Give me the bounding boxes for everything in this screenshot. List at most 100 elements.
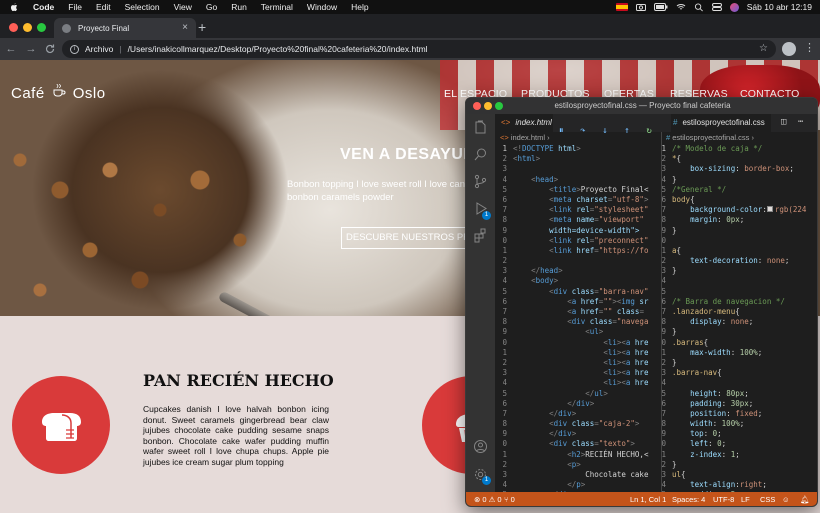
- code-line[interactable]: <head>: [513, 175, 648, 185]
- menu-file[interactable]: File: [68, 0, 82, 14]
- apple-icon[interactable]: [9, 2, 19, 12]
- site-logo[interactable]: Café Oslo: [11, 82, 106, 102]
- code-line[interactable]: <ul>: [513, 327, 648, 337]
- zoom-window-button[interactable]: [37, 23, 46, 32]
- code-line[interactable]: <a href="" class=: [513, 307, 648, 317]
- code-line[interactable]: width=device-width">: [513, 226, 648, 236]
- bookmark-star-icon[interactable]: ☆: [759, 43, 768, 54]
- code-line[interactable]: </p>: [513, 480, 648, 490]
- indentation-indicator[interactable]: Spaces: 4: [672, 492, 705, 506]
- code-line[interactable]: </div>: [513, 429, 648, 439]
- search-icon[interactable]: [473, 147, 488, 162]
- vscode-zoom-button[interactable]: [495, 102, 503, 110]
- code-line[interactable]: [672, 236, 806, 246]
- code-line[interactable]: height: 80px;: [672, 389, 806, 399]
- wifi-icon[interactable]: [676, 3, 686, 11]
- menu-edit[interactable]: Edit: [96, 0, 111, 14]
- code-line[interactable]: left: 0;: [672, 439, 806, 449]
- code-line[interactable]: </ul>: [513, 389, 648, 399]
- code-line[interactable]: text-decoration: none;: [672, 256, 806, 266]
- css-editor-pane[interactable]: 1234567891011121314151617181920212223242…: [662, 144, 817, 492]
- code-line[interactable]: /*General */: [672, 185, 806, 195]
- code-line[interactable]: <meta charset="utf-8">: [513, 195, 648, 205]
- code-line[interactable]: <div class="texto">: [513, 439, 648, 449]
- notifications-icon[interactable]: 🔔︎: [800, 492, 810, 506]
- close-tab-icon[interactable]: ×: [182, 22, 188, 33]
- code-line[interactable]: [672, 287, 806, 297]
- code-line[interactable]: [513, 164, 648, 174]
- back-button[interactable]: ←: [2, 43, 20, 55]
- menu-window[interactable]: Window: [307, 0, 337, 14]
- code-line[interactable]: <h2>RECIÉN HECHO,<: [513, 450, 648, 460]
- code-line[interactable]: <title>Proyecto Final<: [513, 185, 648, 195]
- menu-go[interactable]: Go: [206, 0, 217, 14]
- tab-estilos-css[interactable]: # estilosproyectofinal.css: [671, 114, 771, 132]
- menubar-clock[interactable]: Sáb 10 abr 12:19: [747, 2, 812, 12]
- explorer-icon[interactable]: [473, 120, 488, 135]
- code-line[interactable]: <!DOCTYPE html>: [513, 144, 648, 154]
- code-line[interactable]: .lanzador-menu{: [672, 307, 806, 317]
- code-line[interactable]: <link rel="stylesheet": [513, 205, 648, 215]
- code-line[interactable]: [672, 276, 806, 286]
- code-line[interactable]: <li><a hre: [513, 358, 648, 368]
- spotlight-search-icon[interactable]: [694, 2, 704, 12]
- code-line[interactable]: <div class="caja-2">: [513, 419, 648, 429]
- code-line[interactable]: </div>: [513, 399, 648, 409]
- code-line[interactable]: }: [672, 460, 806, 470]
- menu-run[interactable]: Run: [231, 0, 247, 14]
- code-line[interactable]: /* Modelo de caja */: [672, 144, 806, 154]
- split-editor-icon[interactable]: ◫: [781, 117, 786, 127]
- code-line[interactable]: margin: 0px;: [672, 215, 806, 225]
- code-line[interactable]: </head>: [513, 266, 648, 276]
- menu-view[interactable]: View: [174, 0, 192, 14]
- code-line[interactable]: }: [672, 175, 806, 185]
- code-line[interactable]: <a href=""><img sr: [513, 297, 648, 307]
- siri-icon[interactable]: [729, 2, 739, 12]
- source-control-icon[interactable]: [473, 174, 488, 189]
- css-code[interactable]: /* Modelo de caja */*{ box-sizing: borde…: [672, 144, 806, 492]
- language-mode[interactable]: CSS: [760, 492, 775, 506]
- new-tab-button[interactable]: +: [198, 19, 206, 35]
- code-line[interactable]: body{: [672, 195, 806, 205]
- breadcrumb-html-label[interactable]: index.html: [511, 133, 545, 142]
- code-line[interactable]: <div class="barra-nav": [513, 287, 648, 297]
- code-line[interactable]: <li><a hre: [513, 348, 648, 358]
- minimize-window-button[interactable]: [23, 23, 32, 32]
- code-line[interactable]: *{: [672, 154, 806, 164]
- menu-selection[interactable]: Selection: [125, 0, 160, 14]
- menu-app-name[interactable]: Code: [33, 0, 54, 14]
- code-line[interactable]: width: 100%;: [672, 419, 806, 429]
- code-line[interactable]: <div class="navega: [513, 317, 648, 327]
- html-editor-pane[interactable]: 1234567891011121314151617181920212223242…: [503, 144, 653, 492]
- input-source-flag-icon[interactable]: [615, 3, 628, 11]
- address-url[interactable]: /Users/inakicollmarquez/Desktop/Proyecto…: [128, 44, 428, 54]
- menu-help[interactable]: Help: [351, 0, 368, 14]
- code-line[interactable]: display: none;: [672, 317, 806, 327]
- code-line[interactable]: <li><a hre: [513, 368, 648, 378]
- code-line[interactable]: position: fixed;: [672, 409, 806, 419]
- code-line[interactable]: .barra-nav{: [672, 368, 806, 378]
- close-window-button[interactable]: [9, 23, 18, 32]
- code-line[interactable]: }: [672, 327, 806, 337]
- code-line[interactable]: <li><a hre: [513, 378, 648, 388]
- code-line[interactable]: Chocolate cake: [513, 470, 648, 480]
- address-bar[interactable]: i Archivo | /Users/inakicollmarquez/Desk…: [62, 40, 776, 58]
- code-line[interactable]: background-color: rgb(224: [672, 205, 806, 215]
- feedback-icon[interactable]: ☺: [782, 492, 790, 506]
- code-line[interactable]: z-index: 1;: [672, 450, 806, 460]
- code-line[interactable]: </div>: [513, 409, 648, 419]
- code-line[interactable]: box-sizing: border-box;: [672, 164, 806, 174]
- battery-icon[interactable]: [653, 3, 668, 11]
- profile-avatar[interactable]: [782, 42, 796, 56]
- extensions-icon[interactable]: [473, 228, 488, 243]
- info-icon[interactable]: i: [70, 44, 79, 54]
- code-line[interactable]: <link rel="preconnect": [513, 236, 648, 246]
- cursor-position[interactable]: Ln 1, Col 1: [630, 492, 666, 506]
- code-line[interactable]: text-align:right;: [672, 480, 806, 490]
- problems-indicator[interactable]: ⊗ 0 ⚠ 0: [474, 492, 502, 506]
- breadcrumb-css-label[interactable]: estilosproyectofinal.css: [672, 133, 749, 142]
- code-line[interactable]: }: [672, 226, 806, 236]
- code-line[interactable]: <body>: [513, 276, 648, 286]
- reload-icon[interactable]: [44, 43, 56, 55]
- browser-menu-icon[interactable]: ⋮: [804, 41, 815, 54]
